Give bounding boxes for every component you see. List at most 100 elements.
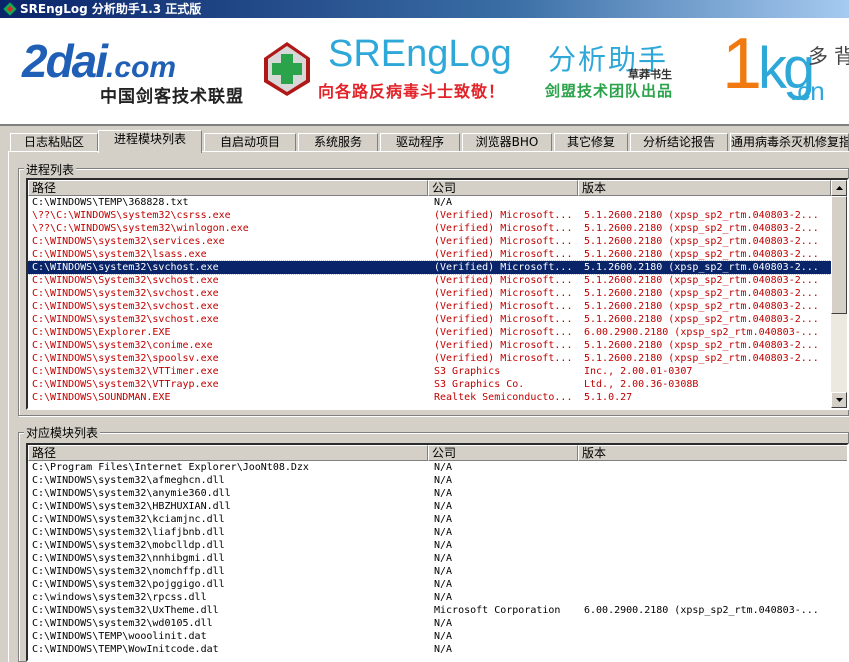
column-header-version[interactable]: 版本: [578, 180, 831, 196]
table-row[interactable]: C:\WINDOWS\system32\VTTrayp.exe S3 Graphi…: [28, 378, 847, 391]
column-header-company[interactable]: 公司: [428, 445, 578, 461]
table-row[interactable]: C:\WINDOWS\Explorer.EXE (Verified) Micros…: [28, 326, 847, 339]
cell-path: C:\Program Files\Internet Explorer\JooNt…: [32, 462, 309, 473]
tab-startup-items[interactable]: 自启动项目: [204, 133, 296, 152]
tab-system-services[interactable]: 系统服务: [298, 133, 378, 152]
table-row[interactable]: C:\WINDOWS\system32\pojggigo.dll N/A: [28, 578, 847, 591]
table-row[interactable]: C:\WINDOWS\system32\svchost.exe (Verified…: [28, 300, 847, 313]
cell-path: C:\WINDOWS\system32\svchost.exe: [32, 288, 219, 299]
cell-path: C:\WINDOWS\system32\spoolsv.exe: [32, 353, 219, 364]
table-row[interactable]: C:\WINDOWS\system32\UxTheme.dll Microsoft…: [28, 604, 847, 617]
table-row[interactable]: C:\Program Files\Internet Explorer\JooNt…: [28, 461, 847, 474]
cell-company: N/A: [434, 566, 453, 577]
table-row[interactable]: C:\WINDOWS\system32\HBZHUXIAN.dll N/A: [28, 500, 847, 513]
cell-company: N/A: [434, 197, 453, 208]
cell-version: 5.1.2600.2180 (xpsp_sp2_rtm.040803-2...: [584, 262, 819, 273]
cell-path: C:\WINDOWS\system32\svchost.exe: [32, 301, 219, 312]
cell-path: C:\WINDOWS\system32\liafjbnb.dll: [32, 527, 225, 538]
scroll-thumb[interactable]: [831, 196, 847, 314]
process-list[interactable]: 路径 公司 版本 C:\WINDOWS\TEMP\368828.txt N/A \?…: [26, 178, 849, 410]
cell-company: N/A: [434, 527, 453, 538]
cell-company: N/A: [434, 592, 453, 603]
cell-company: N/A: [434, 475, 453, 486]
cell-company: (Verified) Microsoft...: [434, 314, 573, 325]
cell-path: C:\WINDOWS\TEMP\wooolinit.dat: [32, 631, 207, 642]
scroll-up-button[interactable]: [831, 180, 847, 196]
table-row[interactable]: C:\WINDOWS\system32\conime.exe (Verified)…: [28, 339, 847, 352]
tab-browser-bho[interactable]: 浏览器BHO: [462, 133, 552, 152]
cell-path: C:\WINDOWS\system32\UxTheme.dll: [32, 605, 219, 616]
table-row[interactable]: C:\WINDOWS\system32\liafjbnb.dll N/A: [28, 526, 847, 539]
cell-version: 5.1.2600.2180 (xpsp_sp2_rtm.040803-2...: [584, 275, 819, 286]
logo-duobei: 多背: [808, 44, 849, 68]
window-title: SREngLog 分析助手1.3 正式版: [20, 2, 202, 16]
column-header-path[interactable]: 路径: [28, 445, 428, 461]
table-row[interactable]: C:\WINDOWS\system32\spoolsv.exe (Verified…: [28, 352, 847, 365]
table-row[interactable]: \??\C:\WINDOWS\system32\csrss.exe (Verifi…: [28, 209, 847, 222]
banner: 2dai.com 中国剑客技术联盟 SREngLog 分析助手 草莽书生 向各路…: [0, 18, 849, 126]
cell-path: C:\WINDOWS\TEMP\368828.txt: [32, 197, 189, 208]
table-row[interactable]: C:\WINDOWS\system32\afmeghcn.dll N/A: [28, 474, 847, 487]
cell-path: C:\WINDOWS\system32\VTTrayp.exe: [32, 379, 219, 390]
module-group-label: 对应模块列表: [24, 424, 101, 441]
cell-path: C:\WINDOWS\System32\svchost.exe: [32, 275, 219, 286]
table-row[interactable]: C:\WINDOWS\TEMP\wooolinit.dat N/A: [28, 630, 847, 643]
cell-version: 5.1.0.27: [584, 392, 633, 403]
table-row[interactable]: C:\WINDOWS\system32\VTTimer.exe S3 Graphi…: [28, 365, 847, 378]
tab-drivers[interactable]: 驱动程序: [380, 133, 460, 152]
table-row[interactable]: \??\C:\WINDOWS\system32\winlogon.exe (Ver…: [28, 222, 847, 235]
tab-log-paste[interactable]: 日志粘贴区: [10, 133, 98, 152]
cell-company: (Verified) Microsoft...: [434, 236, 573, 247]
cell-version: 5.1.2600.2180 (xpsp_sp2_rtm.040803-2...: [584, 236, 819, 247]
column-header-path[interactable]: 路径: [28, 180, 428, 196]
table-row[interactable]: C:\WINDOWS\System32\svchost.exe (Verified…: [28, 274, 847, 287]
cell-version: Inc., 2.00.01-0307: [584, 366, 693, 377]
table-row[interactable]: C:\WINDOWS\TEMP\368828.txt N/A: [28, 196, 847, 209]
tab-generic-virus-fix[interactable]: 通用病毒杀灭机修复指: [730, 133, 849, 152]
cell-path: C:\WINDOWS\system32\svchost.exe: [32, 262, 219, 273]
cell-company: N/A: [434, 579, 453, 590]
module-list[interactable]: 路径 公司 版本 C:\Program Files\Internet Explo…: [26, 443, 849, 662]
cell-path: \??\C:\WINDOWS\system32\csrss.exe: [32, 210, 231, 221]
table-row[interactable]: C:\WINDOWS\system32\anymie360.dll N/A: [28, 487, 847, 500]
slogan: 向各路反病毒斗士致敬！: [318, 82, 506, 101]
title-bar[interactable]: SREngLog 分析助手1.3 正式版: [0, 0, 849, 18]
cell-company: (Verified) Microsoft...: [434, 353, 573, 364]
cell-company: N/A: [434, 631, 453, 642]
cell-company: S3 Graphics: [434, 366, 501, 377]
table-row[interactable]: C:\WINDOWS\system32\nomchffp.dll N/A: [28, 565, 847, 578]
cell-path: C:\WINDOWS\system32\anymie360.dll: [32, 488, 231, 499]
table-row[interactable]: C:\WINDOWS\system32\svchost.exe (Verified…: [28, 287, 847, 300]
table-row[interactable]: C:\WINDOWS\system32\svchost.exe (Verified…: [28, 260, 847, 275]
process-scrollbar[interactable]: [831, 180, 847, 408]
table-row[interactable]: C:\WINDOWS\system32\svchost.exe (Verified…: [28, 313, 847, 326]
table-row[interactable]: C:\WINDOWS\system32\services.exe (Verifie…: [28, 235, 847, 248]
table-row[interactable]: C:\WINDOWS\system32\mobclldp.dll N/A: [28, 539, 847, 552]
cell-version: 5.1.2600.2180 (xpsp_sp2_rtm.040803-2...: [584, 301, 819, 312]
cell-company: N/A: [434, 488, 453, 499]
tab-analysis-report[interactable]: 分析结论报告: [630, 133, 728, 152]
column-header-company[interactable]: 公司: [428, 180, 578, 196]
cell-company: N/A: [434, 644, 453, 655]
cell-company: Microsoft Corporation: [434, 605, 561, 616]
cell-path: C:\WINDOWS\system32\pojggigo.dll: [32, 579, 225, 590]
cell-path: C:\WINDOWS\system32\wd0105.dll: [32, 618, 213, 629]
table-row[interactable]: c:\windows\system32\rpcss.dll N/A: [28, 591, 847, 604]
cell-company: (Verified) Microsoft...: [434, 262, 573, 273]
table-row[interactable]: C:\WINDOWS\system32\kciamjnc.dll N/A: [28, 513, 847, 526]
table-row[interactable]: C:\WINDOWS\TEMP\WowInitcode.dat N/A: [28, 643, 847, 656]
cell-company: N/A: [434, 553, 453, 564]
cell-path: C:\WINDOWS\system32\mobclldp.dll: [32, 540, 225, 551]
scroll-down-button[interactable]: [831, 392, 847, 408]
cell-company: Realtek Semiconducto...: [434, 392, 573, 403]
table-row[interactable]: C:\WINDOWS\system32\wd0105.dll N/A: [28, 617, 847, 630]
plus-icon: [264, 42, 310, 96]
table-row[interactable]: C:\WINDOWS\SOUNDMAN.EXE Realtek Semicondu…: [28, 391, 847, 404]
cell-version: Ltd., 2.00.36-0308B: [584, 379, 699, 390]
tab-process-modules[interactable]: 进程模块列表: [98, 130, 202, 153]
table-row[interactable]: C:\WINDOWS\system32\lsass.exe (Verified) …: [28, 248, 847, 261]
column-header-version[interactable]: 版本: [578, 445, 847, 461]
module-list-header: 路径 公司 版本: [28, 445, 847, 461]
tab-other-fixes[interactable]: 其它修复: [554, 133, 628, 152]
table-row[interactable]: C:\WINDOWS\system32\nnhibgmi.dll N/A: [28, 552, 847, 565]
